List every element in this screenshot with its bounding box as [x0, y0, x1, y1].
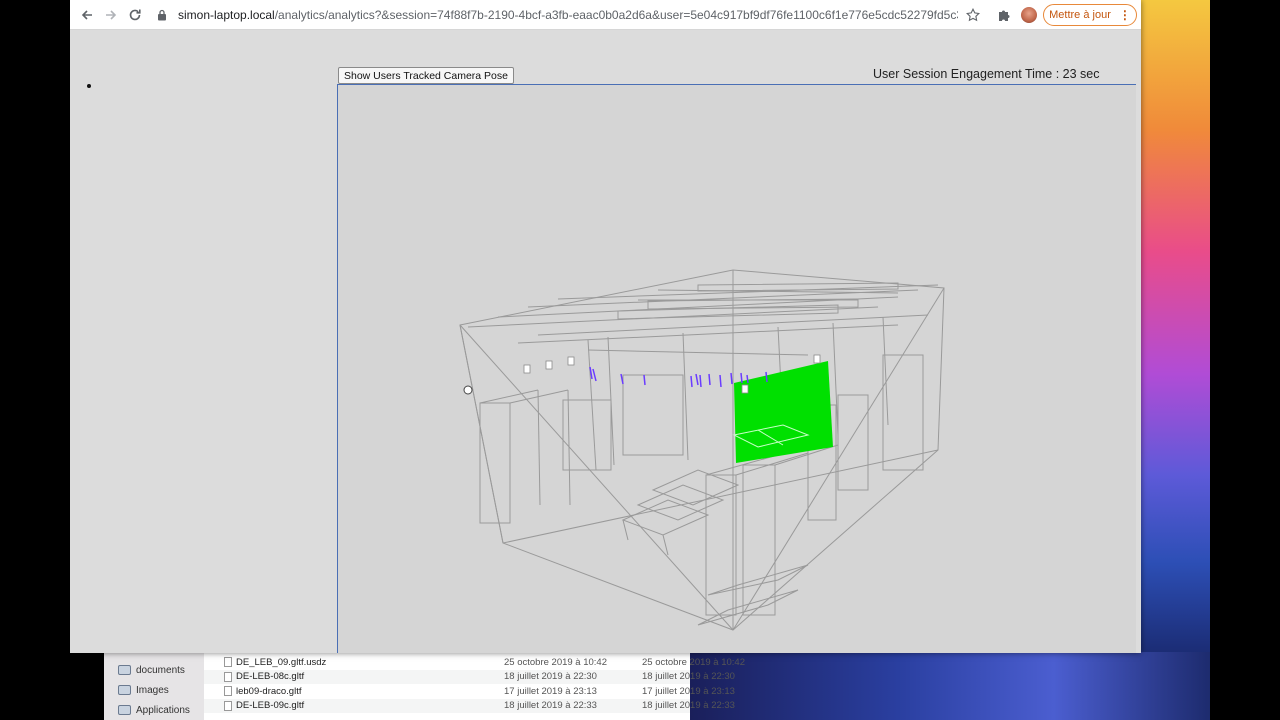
kebab-menu-icon[interactable]: ⋮	[1119, 8, 1131, 22]
hand-cursor-icon	[463, 385, 473, 395]
puzzle-icon	[999, 10, 1010, 21]
browser-window: simon-laptop.local/analytics/analytics?&…	[70, 0, 1141, 653]
file-name: DE-LEB-08c.gltf	[236, 671, 305, 683]
finder-sidebar-label: documents	[136, 664, 185, 676]
file-modified: 18 juillet 2019 à 22:33	[504, 700, 597, 712]
file-icon	[224, 657, 232, 668]
highlighted-object	[734, 361, 833, 463]
file-modified: 17 juillet 2019 à 23:13	[504, 685, 597, 697]
camera-icon	[118, 685, 131, 695]
url-text: simon-laptop.local/analytics/analytics?&…	[178, 8, 958, 22]
url-path: /analytics/analytics?&session=74f88f7b-2…	[274, 8, 958, 22]
lock-icon[interactable]	[156, 8, 168, 22]
file-icon	[224, 700, 232, 711]
reload-icon	[129, 9, 141, 21]
engagement-time-text: User Session Engagement Time : 23 sec	[873, 67, 1100, 81]
file-row[interactable]: DE-LEB-09c.gltf 18 juillet 2019 à 22:33 …	[204, 698, 735, 713]
update-button[interactable]: Mettre à jour ⋮	[1043, 4, 1137, 26]
forward-button[interactable]	[101, 5, 121, 25]
file-name: DE-LEB-09c.gltf	[236, 700, 305, 712]
update-button-label: Mettre à jour	[1049, 9, 1111, 21]
wireframe-structure	[459, 269, 945, 631]
finder-sidebar-documents[interactable]: documents	[118, 662, 185, 678]
file-row[interactable]: leb09-draco.gltf 17 juillet 2019 à 23:13…	[204, 684, 735, 699]
arrow-left-icon	[81, 10, 92, 20]
finder-window: documents Images Applications DE_LEB_09.…	[104, 650, 745, 720]
file-row[interactable]: DE_LEB_09.gltf.usdz 25 octobre 2019 à 10…	[204, 655, 745, 670]
finder-sidebar: documents Images Applications	[104, 650, 204, 720]
bookmark-star-button[interactable]	[963, 5, 983, 25]
file-modified: 18 juillet 2019 à 22:30	[504, 671, 597, 683]
file-name: leb09-draco.gltf	[236, 685, 302, 697]
star-icon	[966, 8, 980, 22]
file-name: DE_LEB_09.gltf.usdz	[236, 656, 327, 668]
page-content: Show Users Tracked Camera Pose User Sess…	[70, 31, 1141, 653]
finder-sidebar-applications[interactable]: Applications	[118, 702, 190, 718]
reload-button[interactable]	[125, 5, 145, 25]
file-icon	[224, 671, 232, 682]
file-modified: 25 octobre 2019 à 10:42	[504, 656, 608, 668]
extensions-button[interactable]	[994, 5, 1014, 25]
folder-icon	[118, 665, 131, 675]
file-created: 18 juillet 2019 à 22:33	[642, 700, 735, 712]
avatar[interactable]	[1021, 7, 1037, 23]
back-button[interactable]	[77, 5, 97, 25]
file-row[interactable]: DE-LEB-08c.gltf 18 juillet 2019 à 22:30 …	[204, 669, 735, 684]
arrow-right-icon	[106, 10, 117, 20]
applications-icon	[118, 705, 131, 715]
file-created: 17 juillet 2019 à 23:13	[642, 685, 735, 697]
desktop: documents Images Applications DE_LEB_09.…	[0, 0, 1280, 720]
file-created: 18 juillet 2019 à 22:30	[642, 671, 735, 683]
browser-toolbar: simon-laptop.local/analytics/analytics?&…	[70, 0, 1141, 30]
url-host: simon-laptop.local	[178, 8, 275, 22]
finder-file-list: DE_LEB_09.gltf.usdz 25 octobre 2019 à 10…	[204, 650, 745, 720]
desktop-wallpaper	[1140, 0, 1210, 720]
file-icon	[224, 686, 232, 697]
3d-viewer-canvas[interactable]	[337, 84, 1136, 653]
list-bullet	[87, 84, 91, 88]
show-camera-pose-button[interactable]: Show Users Tracked Camera Pose	[338, 67, 514, 84]
address-bar[interactable]: simon-laptop.local/analytics/analytics?&…	[150, 4, 990, 26]
file-created: 25 octobre 2019 à 10:42	[642, 656, 746, 668]
desktop-wallpaper-bottom	[690, 652, 1210, 720]
finder-sidebar-label: Applications	[136, 704, 190, 716]
finder-sidebar-images[interactable]: Images	[118, 682, 169, 698]
wireframe-scene	[459, 269, 945, 631]
finder-sidebar-label: Images	[136, 684, 169, 696]
